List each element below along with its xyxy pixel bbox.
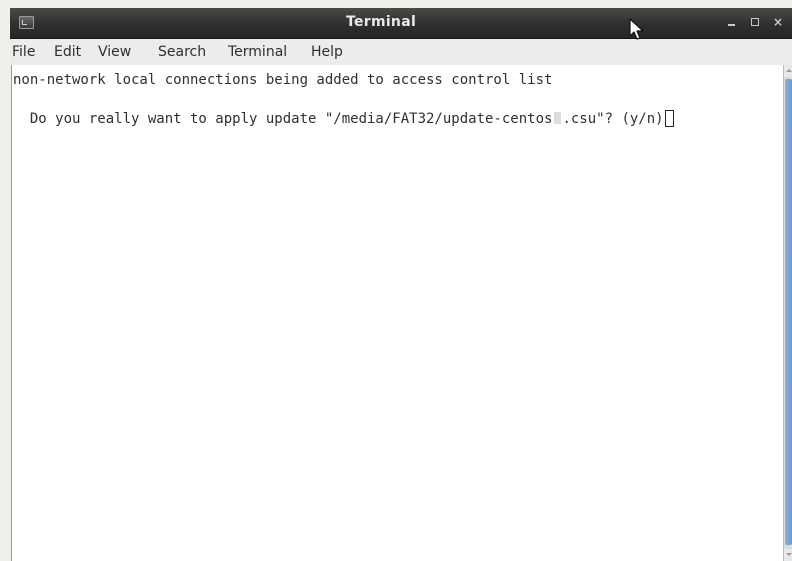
text-cursor [664, 110, 674, 127]
vertical-scrollbar[interactable] [783, 65, 792, 561]
menu-view[interactable]: View [98, 43, 131, 61]
terminal-line: non-network local connections being adde… [13, 72, 553, 88]
title-bar[interactable]: Terminal × [10, 8, 792, 39]
mouse-pointer-icon [629, 18, 644, 40]
menu-file[interactable]: File [12, 43, 35, 61]
terminal-output[interactable]: non-network local connections being adde… [11, 65, 783, 561]
close-icon[interactable]: × [771, 15, 785, 29]
scroll-down-icon[interactable] [784, 549, 792, 561]
maximize-icon[interactable] [748, 15, 762, 29]
prompt-text-end: .csu"? (y/n) [562, 111, 664, 127]
redacted-mark [554, 112, 562, 124]
terminal-window: Terminal × File Edit View Search Termina… [10, 8, 792, 561]
terminal-prompt-line: Do you really want to apply update "/med… [13, 110, 674, 128]
menu-bar: File Edit View Search Terminal Help [10, 39, 792, 65]
prompt-text-start: Do you really want to apply update "/med… [13, 111, 553, 127]
menu-search[interactable]: Search [158, 43, 206, 61]
menu-edit[interactable]: Edit [54, 43, 81, 61]
scroll-up-icon[interactable] [784, 65, 792, 77]
menu-terminal[interactable]: Terminal [228, 43, 287, 61]
scrollbar-thumb[interactable] [785, 79, 792, 545]
minimize-icon[interactable] [725, 15, 739, 29]
menu-help[interactable]: Help [311, 43, 343, 61]
